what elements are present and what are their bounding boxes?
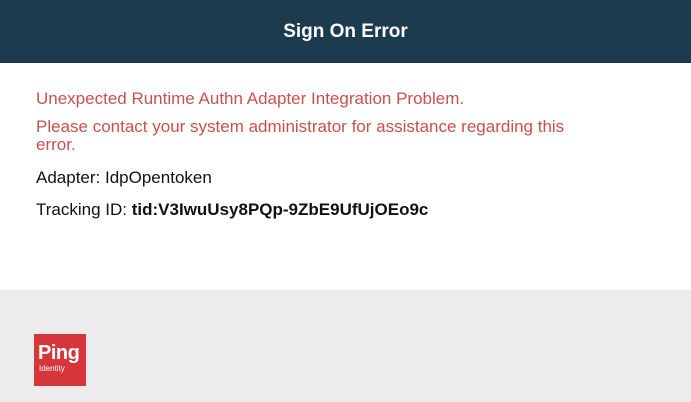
footer: Ping Identity (0, 290, 691, 402)
logo-sub-text: Identity (39, 364, 65, 373)
tracking-id-value: tid:V3IwuUsy8PQp-9ZbE9UfUjOEo9c (131, 200, 429, 219)
logo-main-text: Ping (38, 342, 80, 364)
ping-identity-logo: Ping Identity (34, 334, 86, 386)
contact-admin-message: Please contact your system administrator… (36, 117, 565, 154)
tracking-id-row: Tracking ID: tid:V3IwuUsy8PQp-9ZbE9UfUjO… (36, 200, 691, 220)
sign-on-error-page: Sign On Error Unexpected Runtime Authn A… (0, 0, 691, 402)
adapter-row: Adapter: IdpOpentoken (36, 168, 691, 188)
header-bar: Sign On Error (0, 0, 691, 63)
adapter-label: Adapter: (36, 168, 101, 187)
error-message: Unexpected Runtime Authn Adapter Integra… (36, 89, 465, 108)
tracking-id-label: Tracking ID: (36, 200, 128, 219)
adapter-value: IdpOpentoken (105, 168, 212, 187)
error-content: Unexpected Runtime Authn Adapter Integra… (0, 63, 691, 285)
page-title: Sign On Error (283, 20, 408, 42)
